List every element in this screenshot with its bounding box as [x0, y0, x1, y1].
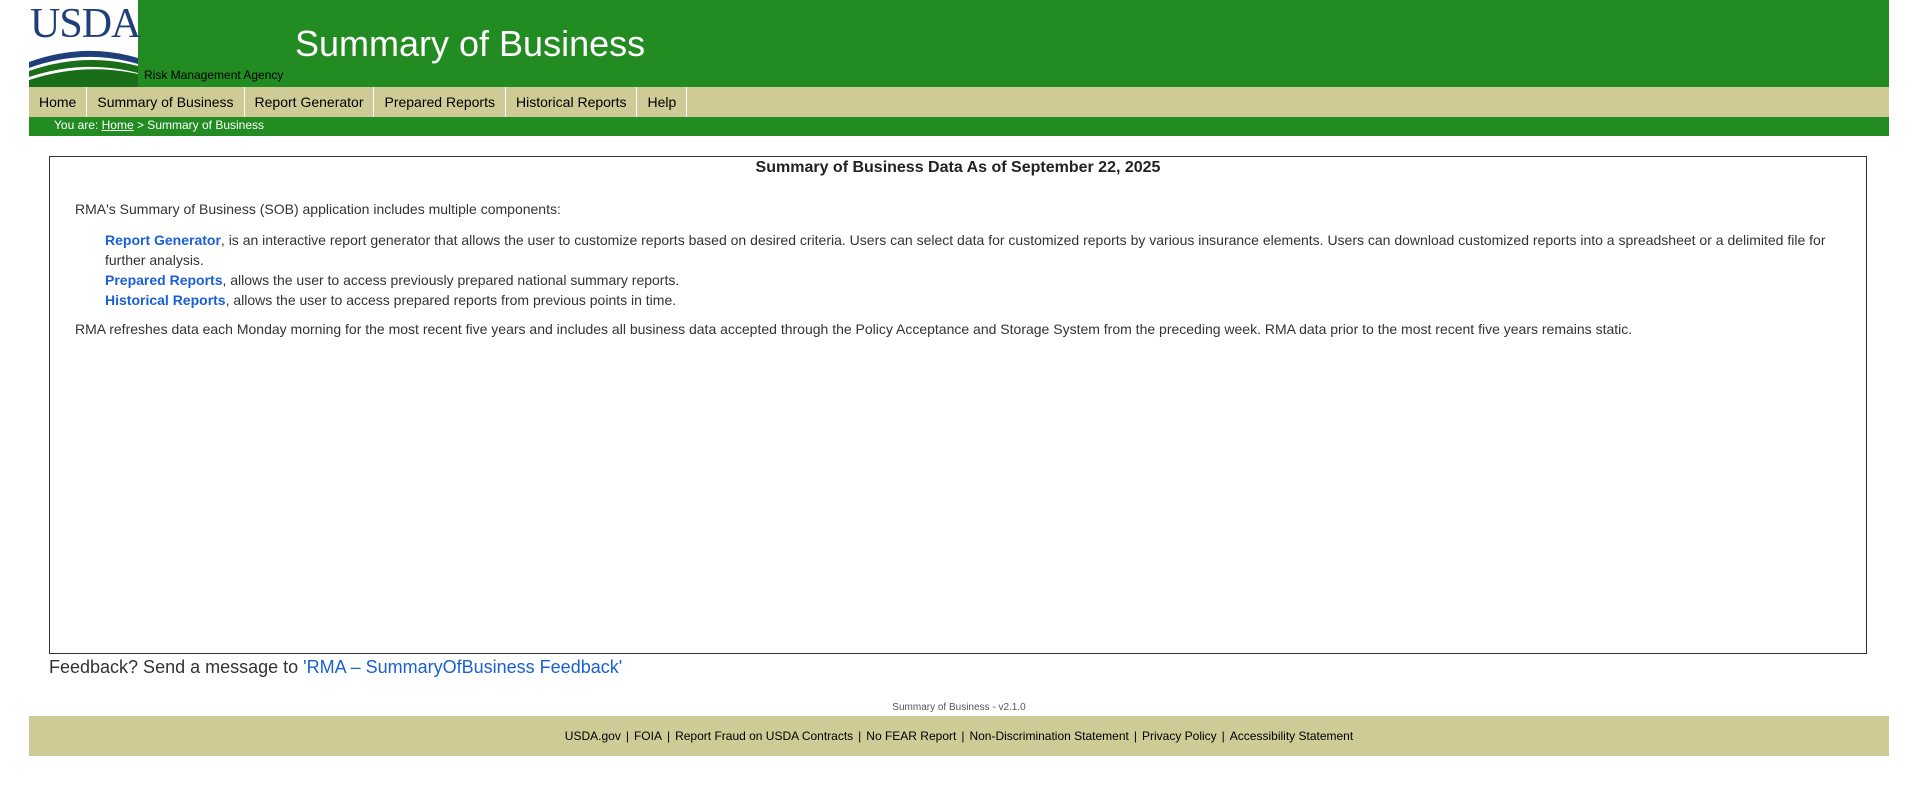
component-description: , allows the user to access previously p…: [222, 272, 680, 288]
feedback-link[interactable]: 'RMA – SummaryOfBusiness Feedback': [303, 657, 622, 677]
footer-link-accessibility[interactable]: Accessibility Statement: [1225, 729, 1358, 743]
page-title: Summary of Business Data As of September…: [755, 159, 1161, 176]
site-header: USDA Risk Management Agency Summary of B…: [29, 0, 1889, 87]
footer-link-usda-gov[interactable]: USDA.gov: [560, 729, 626, 743]
refresh-note: RMA refreshes data each Monday morning f…: [75, 321, 1633, 337]
breadcrumb-home-link[interactable]: Home: [102, 118, 134, 132]
list-item: Report Generator, is an interactive repo…: [105, 230, 1840, 270]
version-label: Summary of Business - v2.1.0: [892, 702, 1026, 713]
report-generator-link[interactable]: Report Generator: [105, 232, 221, 248]
feedback-prefix: Feedback? Send a message to: [49, 657, 304, 677]
footer-link-privacy[interactable]: Privacy Policy: [1137, 729, 1222, 743]
list-item: Historical Reports, allows the user to a…: [105, 290, 1840, 310]
usda-logo[interactable]: USDA: [29, 0, 141, 87]
app-title: Summary of Business: [295, 23, 646, 64]
list-item: Prepared Reports, allows the user to acc…: [105, 270, 1840, 290]
breadcrumb-current: > Summary of Business: [136, 118, 265, 132]
agency-name: Risk Management Agency: [144, 68, 284, 82]
nav-report-generator[interactable]: Report Generator: [245, 87, 375, 117]
historical-reports-link[interactable]: Historical Reports: [105, 292, 226, 308]
usda-logo-text: USDA: [30, 1, 141, 47]
component-description: , allows the user to access prepared rep…: [225, 292, 677, 308]
intro-text: RMA's Summary of Business (SOB) applicat…: [75, 201, 561, 217]
usda-logo-fields-icon: [29, 44, 138, 87]
nav-prepared-reports[interactable]: Prepared Reports: [374, 87, 506, 117]
feedback-line: Feedback? Send a message to 'RMA – Summa…: [49, 657, 622, 678]
footer-link-no-fear[interactable]: No FEAR Report: [861, 729, 961, 743]
footer-link-foia[interactable]: FOIA: [629, 729, 667, 743]
site-footer: USDA.gov | FOIA | Report Fraud on USDA Con…: [29, 716, 1889, 756]
nav-help[interactable]: Help: [637, 87, 688, 117]
prepared-reports-link[interactable]: Prepared Reports: [105, 272, 222, 288]
nav-home[interactable]: Home: [29, 87, 88, 117]
component-description: , is an interactive report generator tha…: [105, 232, 1826, 268]
components-list: Report Generator, is an interactive repo…: [105, 230, 1840, 310]
nav-historical-reports[interactable]: Historical Reports: [506, 87, 638, 117]
footer-link-non-discrimination[interactable]: Non-Discrimination Statement: [964, 729, 1133, 743]
footer-link-report-fraud[interactable]: Report Fraud on USDA Contracts: [670, 729, 858, 743]
summary-panel: Summary of Business Data As of September…: [49, 156, 1867, 654]
main-nav: Home Summary of Business Report Generato…: [29, 87, 1889, 117]
nav-summary-of-business[interactable]: Summary of Business: [87, 87, 245, 117]
breadcrumb-prefix: You are:: [54, 118, 99, 132]
breadcrumb: You are: Home > Summary of Business: [29, 117, 1889, 136]
